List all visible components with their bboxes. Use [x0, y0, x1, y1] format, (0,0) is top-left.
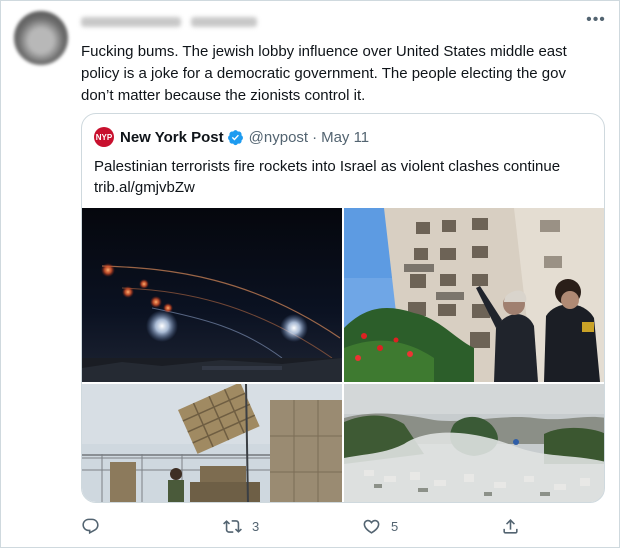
quoted-tweet[interactable]: NYP New York Post @nypost · May 11 Pales…	[81, 113, 605, 503]
quoted-text-line: Palestinian terrorists fire rockets into…	[94, 158, 561, 175]
tweet[interactable]: ••• Fucking bums. The jewish lobby influ…	[0, 0, 620, 548]
quoted-tweet-header: NYP New York Post @nypost · May 11	[94, 126, 369, 148]
like-button[interactable]: 5	[362, 514, 398, 538]
retweet-button[interactable]: 3	[223, 514, 259, 538]
heart-icon	[363, 519, 380, 534]
quoted-link[interactable]: trib.al/gmjvbZw	[94, 177, 594, 198]
tweet-text: Fucking bums. The jewish lobby influence…	[81, 43, 567, 104]
meta-separator: ·	[312, 128, 318, 146]
more-options-button[interactable]: •••	[581, 9, 611, 31]
photo-missile-launcher[interactable]	[82, 384, 342, 502]
quoted-author-handle[interactable]: @nypost	[249, 129, 308, 146]
verified-badge-icon	[227, 129, 243, 145]
tweet-actions: 3 5	[81, 514, 601, 538]
photo-damaged-building[interactable]	[344, 208, 604, 382]
media-grid	[82, 208, 604, 502]
quoted-tweet-text: Palestinian terrorists fire rockets into…	[94, 156, 594, 198]
reply-button[interactable]	[81, 514, 100, 538]
photo-night-interceptions[interactable]	[82, 208, 342, 382]
quoted-tweet-date[interactable]: May 11	[321, 129, 369, 146]
reply-icon	[82, 518, 99, 534]
retweet-count: 3	[252, 518, 260, 534]
photo-smoke-over-city[interactable]	[344, 384, 604, 502]
like-count: 5	[391, 518, 399, 534]
ellipsis-icon: •••	[586, 11, 606, 28]
share-button[interactable]	[501, 514, 520, 538]
quoted-author-name[interactable]: New York Post	[120, 129, 224, 146]
blurred-author-name	[81, 13, 257, 29]
quoted-avatar[interactable]: NYP	[94, 127, 114, 147]
avatar[interactable]	[14, 11, 68, 65]
retweet-icon	[223, 519, 242, 533]
share-icon	[503, 518, 518, 534]
